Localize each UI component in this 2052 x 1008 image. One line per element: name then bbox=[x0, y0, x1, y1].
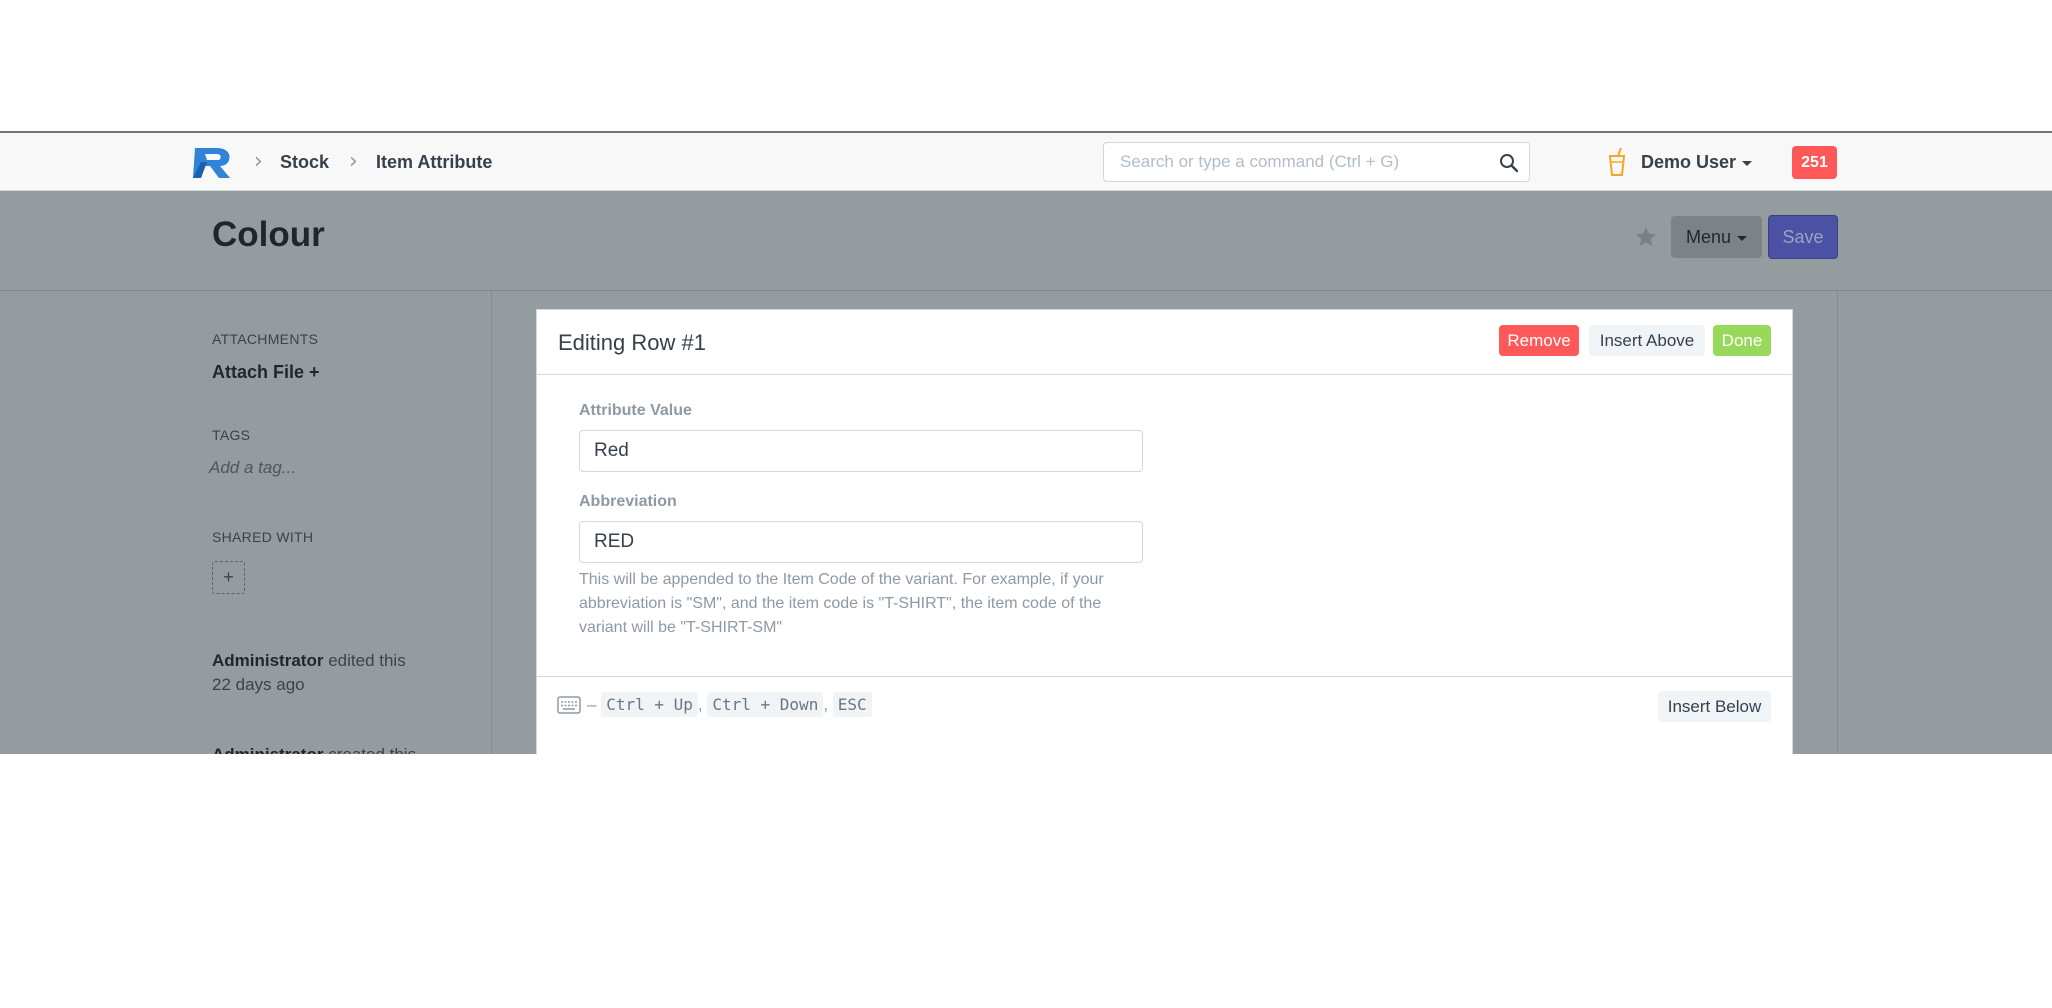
search-input[interactable] bbox=[1118, 143, 1492, 181]
keyboard-shortcuts: – Ctrl + Up, Ctrl + Down, ESC bbox=[587, 692, 872, 717]
activity-action: created this bbox=[328, 745, 416, 754]
activity-item: Administrator edited this 22 days ago bbox=[212, 649, 406, 697]
tags-label: TAGS bbox=[212, 427, 251, 443]
activity-user[interactable]: Administrator bbox=[212, 745, 323, 754]
shortcut-esc: ESC bbox=[832, 692, 872, 717]
dialog-footer: – Ctrl + Up, Ctrl + Down, ESC Insert Bel… bbox=[537, 676, 1792, 754]
activity-action: edited this bbox=[328, 651, 406, 670]
shared-with-label: SHARED WITH bbox=[212, 529, 314, 545]
shortcut-dash: – bbox=[587, 695, 597, 714]
page-title: Colour bbox=[212, 215, 325, 254]
add-tag-link[interactable]: Add a tag... bbox=[209, 458, 296, 478]
attachments-label: ATTACHMENTS bbox=[212, 331, 319, 347]
app-window: › Stock › Item Attribute Demo User 251 C… bbox=[0, 131, 2052, 754]
attribute-value-label: Attribute Value bbox=[579, 402, 692, 419]
attribute-value-input[interactable] bbox=[579, 430, 1143, 472]
keyboard-icon bbox=[557, 696, 581, 714]
done-button[interactable]: Done bbox=[1713, 325, 1771, 356]
edit-row-dialog: Editing Row #1 Remove Insert Above Done … bbox=[536, 309, 1793, 754]
page-head: Colour Menu Save bbox=[0, 191, 2052, 291]
menu-button[interactable]: Menu bbox=[1671, 216, 1762, 258]
abbreviation-help-text: This will be appended to the Item Code o… bbox=[579, 571, 1104, 636]
chevron-right-icon: › bbox=[254, 149, 263, 174]
dialog-header: Editing Row #1 Remove Insert Above Done bbox=[537, 310, 1792, 375]
activity-item: Administrator created this bbox=[212, 743, 416, 754]
dialog-title: Editing Row #1 bbox=[558, 330, 706, 355]
insert-above-button[interactable]: Insert Above bbox=[1589, 325, 1705, 356]
shortcut-ctrl-down: Ctrl + Down bbox=[707, 692, 824, 717]
breadcrumb-item-attribute[interactable]: Item Attribute bbox=[376, 152, 492, 173]
insert-below-button[interactable]: Insert Below bbox=[1658, 691, 1771, 722]
sidebar-divider bbox=[491, 291, 492, 754]
cup-icon[interactable] bbox=[1607, 147, 1627, 177]
activity-user[interactable]: Administrator bbox=[212, 651, 323, 670]
attach-file-link[interactable]: Attach File + bbox=[212, 362, 320, 383]
user-menu[interactable]: Demo User bbox=[1641, 152, 1753, 173]
navbar: › Stock › Item Attribute Demo User 251 bbox=[0, 131, 2052, 191]
caret-down-icon bbox=[1737, 235, 1748, 241]
notification-badge[interactable]: 251 bbox=[1792, 146, 1837, 179]
abbreviation-label: Abbreviation bbox=[579, 493, 677, 510]
remove-button[interactable]: Remove bbox=[1499, 325, 1579, 356]
share-add-button[interactable]: + bbox=[212, 561, 245, 594]
activity-time: 22 days ago bbox=[212, 675, 305, 694]
logo-icon[interactable] bbox=[193, 144, 235, 180]
content-divider bbox=[1837, 291, 1838, 754]
user-name: Demo User bbox=[1641, 152, 1737, 172]
caret-down-icon bbox=[1742, 160, 1753, 166]
menu-label: Menu bbox=[1685, 227, 1732, 247]
save-button[interactable]: Save bbox=[1768, 215, 1838, 259]
search-icon[interactable] bbox=[1499, 153, 1519, 173]
abbreviation-input[interactable] bbox=[579, 521, 1143, 563]
chevron-right-icon: › bbox=[349, 149, 358, 174]
star-icon[interactable] bbox=[1634, 225, 1658, 249]
breadcrumb-stock[interactable]: Stock bbox=[280, 152, 329, 173]
shortcut-ctrl-up: Ctrl + Up bbox=[601, 692, 698, 717]
search-box bbox=[1103, 142, 1530, 182]
